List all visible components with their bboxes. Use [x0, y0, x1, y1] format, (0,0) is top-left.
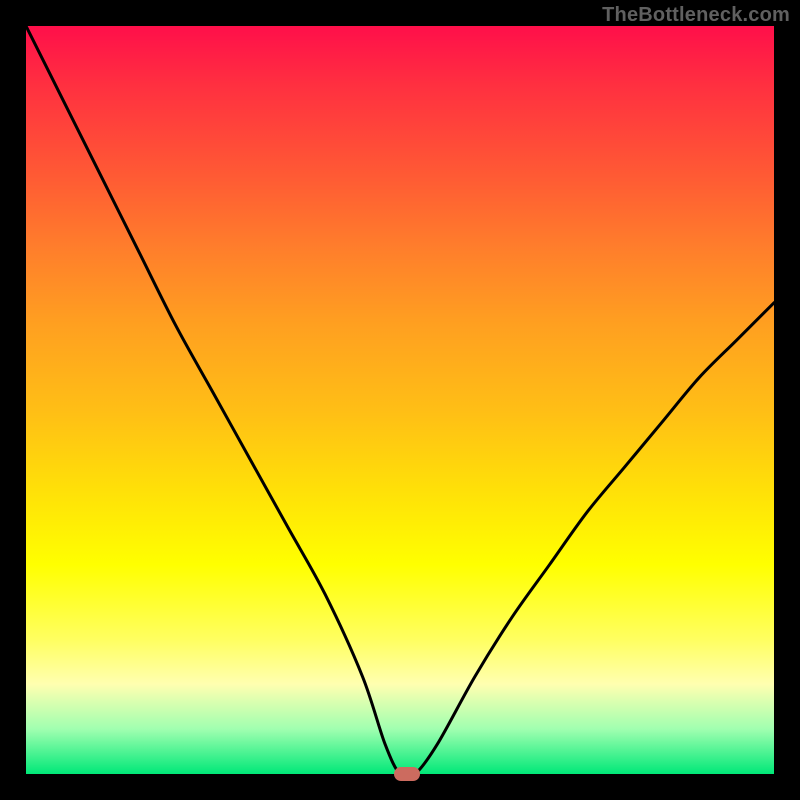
optimal-point-marker: [394, 767, 420, 781]
bottleneck-curve: [26, 26, 774, 774]
watermark-text: TheBottleneck.com: [602, 4, 790, 27]
plot-area: [26, 26, 774, 774]
chart-frame: TheBottleneck.com: [0, 0, 800, 800]
